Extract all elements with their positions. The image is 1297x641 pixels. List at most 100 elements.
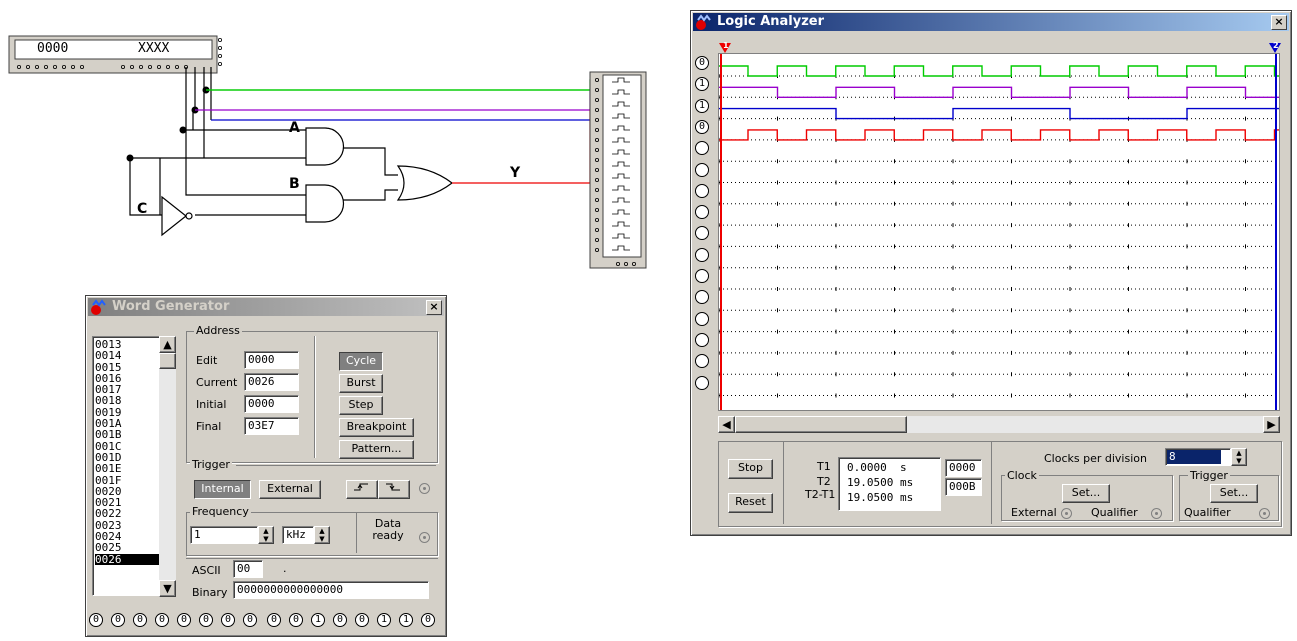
t2t1-label: T2-T1 xyxy=(805,488,836,501)
scroll-up-button[interactable]: ▲ xyxy=(159,336,176,353)
waveform-scrollbar[interactable]: ◀ ▶ xyxy=(718,416,1280,433)
bit-indicator: 0 xyxy=(355,613,369,627)
word-list[interactable]: 0013 0014 0015 0016 0017 0018 0019 001A 001B 001C… xyxy=(92,336,162,596)
channel-indicator xyxy=(695,375,709,390)
final-field[interactable]: 03E7 xyxy=(244,417,299,435)
clock-set-button[interactable]: Set... xyxy=(1062,484,1110,503)
divider-2 xyxy=(991,442,992,524)
word-display-right: XXXX xyxy=(138,41,170,56)
stop-button[interactable]: Stop xyxy=(728,459,773,479)
word-generator-window[interactable]: Word Generator × 0013 0014 0015 0016 0017 001… xyxy=(85,295,447,637)
instrument-icon xyxy=(91,299,106,315)
frequency-divider xyxy=(356,513,357,553)
trigger-group-label: Trigger xyxy=(1188,469,1230,482)
falling-edge-icon xyxy=(386,483,400,491)
rising-edge-button[interactable] xyxy=(346,480,378,499)
frequency-spinner[interactable]: ▲ ▼ xyxy=(258,526,274,544)
channel-indicators: 0 1 1 0 xyxy=(691,56,717,416)
edit-label: Edit xyxy=(196,354,218,367)
t1-label: T1 xyxy=(817,460,831,473)
logic-analyzer-window[interactable]: Logic Analyzer × 0 1 1 0 1 2 ◀ ▶ Stop Reset… xyxy=(690,10,1292,536)
edit-field[interactable]: 0000 xyxy=(244,351,299,369)
t2t1-value: 19.0500 ms xyxy=(847,491,914,504)
channel-indicator xyxy=(695,141,709,156)
word-display-left: 0000 xyxy=(37,41,69,56)
reset-button[interactable]: Reset xyxy=(728,493,773,513)
external-trigger-button[interactable]: External xyxy=(259,480,321,499)
binary-label: Binary xyxy=(192,586,228,599)
frequency-group-label: Frequency xyxy=(190,505,251,518)
channel-waveform xyxy=(719,65,1279,77)
channel-indicator: 0 xyxy=(695,119,709,134)
bit-indicator: 0 xyxy=(133,613,147,627)
channel-waveform xyxy=(719,86,1279,98)
cursor2-marker[interactable]: 2 xyxy=(1269,41,1281,53)
channel-waveform xyxy=(719,107,1279,120)
word-list-scrollbar[interactable]: ▲ ▼ xyxy=(159,336,176,597)
qualifier-trigger-radio[interactable] xyxy=(1259,508,1270,519)
bit-indicator: 0 xyxy=(267,613,281,627)
external-radio[interactable] xyxy=(1061,508,1072,519)
word-list-item[interactable]: 0014 xyxy=(95,350,161,361)
frequency-field[interactable]: 1 xyxy=(190,526,258,544)
scroll-down-button[interactable]: ▼ xyxy=(159,580,176,597)
word-generator-close-button[interactable]: × xyxy=(426,300,442,315)
bit-indicator: 1 xyxy=(311,613,325,627)
cursor2-label: 2 xyxy=(1273,41,1279,50)
word-list-item[interactable]: 0026 xyxy=(95,553,161,565)
current-field[interactable]: 0026 xyxy=(244,373,299,391)
trigger-radio[interactable] xyxy=(419,483,430,494)
logic-analyzer-titlebar[interactable]: Logic Analyzer × xyxy=(693,13,1289,31)
frequency-unit-spinner[interactable]: ▲ ▼ xyxy=(314,526,330,544)
word-list-item[interactable]: 001E xyxy=(95,463,161,474)
frequency-unit-field[interactable]: kHz xyxy=(282,526,314,544)
word-generator-titlebar[interactable]: Word Generator × xyxy=(88,298,444,316)
scroll-left-button[interactable]: ◀ xyxy=(718,416,735,433)
binary-field[interactable]: 0000000000000000 xyxy=(233,581,429,599)
initial-label: Initial xyxy=(196,398,227,411)
bit-indicator: 1 xyxy=(399,613,413,627)
scroll-right-button[interactable]: ▶ xyxy=(1263,416,1280,433)
qualifier-clock-radio[interactable] xyxy=(1151,508,1162,519)
trigger-set-button[interactable]: Set... xyxy=(1210,484,1258,503)
breakpoint-button[interactable]: Breakpoint xyxy=(339,418,414,437)
data-ready-radio[interactable] xyxy=(419,532,430,543)
t1-value: 0.0000 s xyxy=(847,461,907,474)
internal-trigger-button[interactable]: Internal xyxy=(194,480,251,499)
channel-indicator xyxy=(695,226,709,241)
ascii-field[interactable]: 00 xyxy=(233,560,263,578)
step-button[interactable]: Step xyxy=(339,396,383,415)
scroll-thumb[interactable] xyxy=(735,416,907,433)
qualifier-trigger-label: Qualifier xyxy=(1184,506,1231,519)
clocks-spinner[interactable]: ▲ ▼ xyxy=(1231,448,1247,466)
clocks-per-division-field[interactable]: 8 xyxy=(1165,448,1231,466)
logic-analyzer-title: Logic Analyzer xyxy=(717,14,825,29)
scroll-thumb[interactable] xyxy=(159,353,176,369)
address-group-label: Address xyxy=(194,324,242,337)
instrument-icon xyxy=(696,14,711,30)
data-ready-label: Data ready xyxy=(372,517,404,542)
trigger-divider xyxy=(236,465,436,466)
clock-group-label: Clock xyxy=(1005,469,1039,482)
circuit-schematic: 0000 XXXX A B C Y xyxy=(0,0,670,285)
pattern-button[interactable]: Pattern... xyxy=(339,440,414,459)
cycle-button[interactable]: Cycle xyxy=(339,352,383,371)
word-list-item[interactable]: 001B xyxy=(95,429,161,440)
waveform-display xyxy=(718,53,1280,411)
falling-edge-button[interactable] xyxy=(378,480,410,499)
word-generator-title: Word Generator xyxy=(112,299,230,314)
channel-indicator xyxy=(695,269,709,283)
bit-indicator: 0 xyxy=(421,613,435,627)
initial-field[interactable]: 0000 xyxy=(244,395,299,413)
channel-indicator: 1 xyxy=(695,98,709,113)
cursor1-marker[interactable]: 1 xyxy=(719,41,731,53)
cursor1-label: 1 xyxy=(723,41,729,50)
channel-indicator xyxy=(695,354,709,369)
logic-analyzer-close-button[interactable]: × xyxy=(1271,15,1287,30)
bit-indicators: 0000000000100110 xyxy=(89,613,445,629)
channel-indicator xyxy=(695,332,709,347)
t2-label: T2 xyxy=(817,475,831,488)
external-label: External xyxy=(1011,506,1057,519)
word-list-item[interactable]: 0025 xyxy=(95,542,161,553)
burst-button[interactable]: Burst xyxy=(339,374,383,393)
